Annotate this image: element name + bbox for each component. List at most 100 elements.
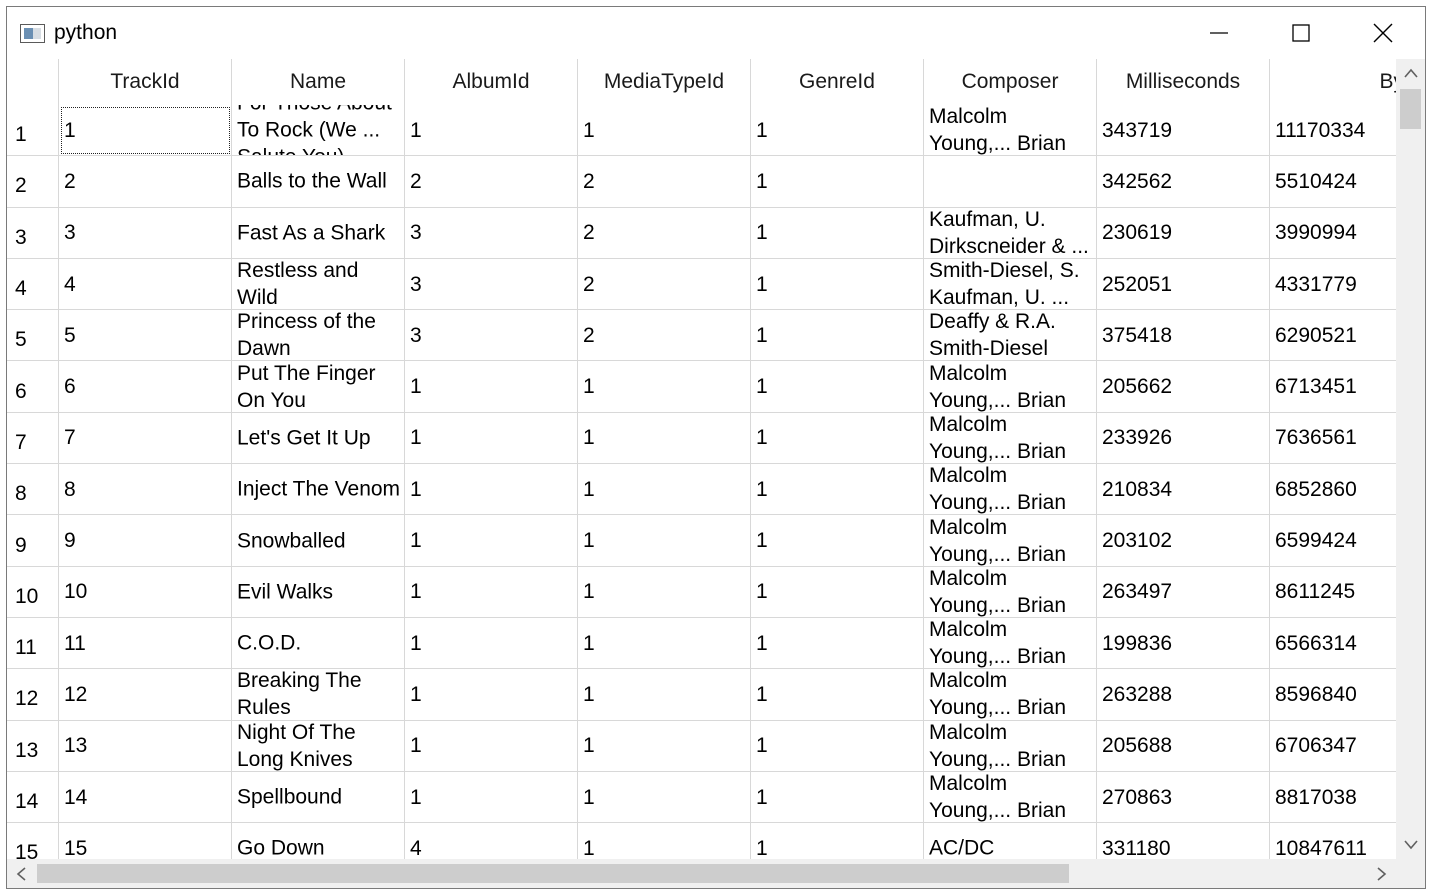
table-cell-composer[interactable]: Angus Young, Malcolm Young,... Brian Joh… <box>924 105 1097 157</box>
table-cell-composer[interactable]: Angus Young, Malcolm Young,... Brian Joh… <box>924 464 1097 516</box>
table-cell-composer[interactable]: Angus Young, Malcolm Young,... Brian Joh… <box>924 515 1097 567</box>
table-cell-albumid[interactable]: 1 <box>405 669 578 721</box>
table-cell-composer[interactable]: F. Baltes, R.A. Smith-Diesel, S. Kaufman… <box>924 258 1097 311</box>
table-cell-bytes[interactable]: 11170334 <box>1270 105 1396 157</box>
table-cell-genreid[interactable]: 1 <box>751 412 924 465</box>
table-cell-bytes[interactable]: 4331779 <box>1270 259 1396 311</box>
table-row[interactable]: 3 3 Fast As a Shark 3 2 1 Kaufman, U. Dirkscne… <box>7 207 1396 259</box>
table-cell-name[interactable]: Let's Get It Up <box>232 412 405 465</box>
table-row[interactable]: 1414 Spellbound 1 1 1 Angus Young, Malcolm Yo… <box>7 771 1396 824</box>
table-cell-albumid[interactable]: 4 <box>405 823 578 859</box>
table-row[interactable]: 11For Those About To Rock (We ... Salute… <box>7 105 1396 157</box>
table-cell-mediatypeid[interactable]: 1 <box>578 515 751 567</box>
table-cell-albumid[interactable]: 1 <box>405 105 578 157</box>
table-cell-bytes[interactable]: 8596840 <box>1270 669 1396 721</box>
table-cell-trackid[interactable]: 15 <box>59 823 232 859</box>
column-header-name[interactable]: Name <box>232 59 405 105</box>
scroll-right-button[interactable] <box>1368 859 1396 888</box>
table-cell-milliseconds[interactable]: 205688 <box>1097 720 1270 772</box>
table-cell-mediatypeid[interactable]: 1 <box>578 720 751 772</box>
table-cell-composer[interactable]: Angus Young, Malcolm Young,... Brian Joh… <box>924 720 1097 772</box>
table-cell-genreid[interactable]: 1 <box>751 156 924 208</box>
table-cell-genreid[interactable]: 1 <box>751 207 924 259</box>
table-cell-albumid[interactable]: 1 <box>405 515 578 567</box>
table-cell-composer[interactable]: Angus Young, Malcolm Young,... Brian Joh… <box>924 361 1097 413</box>
row-header[interactable]: 1 <box>7 105 59 157</box>
table-cell-genreid[interactable]: 1 <box>751 771 924 824</box>
table-cell-trackid[interactable]: 11 <box>59 617 232 670</box>
table-cell-composer[interactable]: Angus Young, Malcolm Young,... Brian Joh… <box>924 617 1097 670</box>
table-cell-albumid[interactable]: 3 <box>405 207 578 259</box>
table-cell-name[interactable]: Night Of The Long Knives <box>232 720 405 772</box>
vertical-scrollbar[interactable] <box>1396 59 1425 859</box>
table-cell-name[interactable]: Breaking The Rules <box>232 669 405 721</box>
row-header[interactable]: 14 <box>7 771 59 824</box>
table-cell-albumid[interactable]: 2 <box>405 156 578 208</box>
table-row[interactable]: 88 Inject The Venom 1 1 1 Angus Young, Malcol… <box>7 464 1396 516</box>
scroll-left-button[interactable] <box>7 859 35 888</box>
table-cell-bytes[interactable]: 6852860 <box>1270 464 1396 516</box>
table-row[interactable]: 1111C.O.D.111Angus Young, Malcolm Young,… <box>7 617 1396 670</box>
table-cell-mediatypeid[interactable]: 1 <box>578 566 751 618</box>
table-cell-composer[interactable]: Angus Young, Malcolm Young,... Brian Joh… <box>924 669 1097 721</box>
table-cell-mediatypeid[interactable]: 2 <box>578 156 751 208</box>
column-header-bytes[interactable]: Bytes <box>1270 59 1396 105</box>
table-cell-trackid[interactable]: 1 <box>59 105 232 157</box>
table-cell-albumid[interactable]: 1 <box>405 617 578 670</box>
table-cell-trackid[interactable]: 9 <box>59 515 232 567</box>
table-cell-genreid[interactable]: 1 <box>751 669 924 721</box>
horizontal-scroll-thumb[interactable] <box>37 864 1069 883</box>
table-cell-bytes[interactable]: 6599424 <box>1270 515 1396 567</box>
table-cell-name[interactable]: Princess of the Dawn <box>232 310 405 362</box>
horizontal-scrollbar[interactable] <box>7 859 1396 888</box>
table-cell-bytes[interactable]: 10847611 <box>1270 823 1396 859</box>
table-cell-genreid[interactable]: 1 <box>751 566 924 618</box>
table-cell-name[interactable]: C.O.D. <box>232 617 405 670</box>
table-cell-albumid[interactable]: 1 <box>405 771 578 824</box>
table-row[interactable]: 1212 Breaking The Rules 1 1 1 Angus Young, Ma… <box>7 669 1396 721</box>
close-button[interactable] <box>1343 7 1423 59</box>
table-cell-genreid[interactable]: 1 <box>751 515 924 567</box>
table-cell-bytes[interactable]: 3990994 <box>1270 208 1396 259</box>
row-header[interactable]: 2 <box>7 156 59 208</box>
table-cell-mediatypeid[interactable]: 2 <box>578 207 751 259</box>
table-cell-milliseconds[interactable]: 331180 <box>1097 823 1270 859</box>
table-cell-genreid[interactable]: 1 <box>751 823 924 859</box>
table-cell-composer[interactable]: Angus Young, Malcolm Young,... Brian Joh… <box>924 771 1097 824</box>
table-cell-trackid[interactable]: 5 <box>59 310 232 362</box>
table-cell-bytes[interactable]: 5510424 <box>1270 156 1396 208</box>
row-header[interactable]: 4 <box>7 258 59 311</box>
table-cell-albumid[interactable]: 1 <box>405 361 578 413</box>
column-header-composer[interactable]: Composer <box>924 59 1097 105</box>
table-cell-bytes[interactable]: 6566314 <box>1270 618 1396 670</box>
table-cell-albumid[interactable]: 3 <box>405 310 578 362</box>
table-cell-albumid[interactable]: 3 <box>405 258 578 311</box>
table-cell-mediatypeid[interactable]: 1 <box>578 823 751 859</box>
row-header[interactable]: 6 <box>7 361 59 413</box>
column-header-milliseconds[interactable]: Milliseconds <box>1097 59 1270 105</box>
table-cell-trackid[interactable]: 7 <box>59 412 232 465</box>
table-cell-milliseconds[interactable]: 375418 <box>1097 310 1270 362</box>
row-header[interactable]: 8 <box>7 464 59 516</box>
table-cell-name[interactable]: Go Down <box>232 823 405 859</box>
table-cell-genreid[interactable]: 1 <box>751 464 924 516</box>
table-cell-name[interactable]: Balls to the Wall <box>232 156 405 208</box>
table-row[interactable]: 99 Snowballed 1 1 1 Angus Young, Malcolm Youn… <box>7 515 1396 567</box>
title-bar[interactable]: python <box>7 7 1425 59</box>
table-cell-trackid[interactable]: 6 <box>59 361 232 413</box>
column-header-mediatypeid[interactable]: MediaTypeId <box>578 59 751 105</box>
column-header-albumid[interactable]: AlbumId <box>405 59 578 105</box>
table-cell-albumid[interactable]: 1 <box>405 720 578 772</box>
table-cell-milliseconds[interactable]: 342562 <box>1097 156 1270 208</box>
table-cell-trackid[interactable]: 14 <box>59 771 232 824</box>
table-cell-bytes[interactable]: 6290521 <box>1270 310 1396 362</box>
table-cell-name[interactable]: Snowballed <box>232 515 405 567</box>
table-cell-bytes[interactable]: 7636561 <box>1270 413 1396 465</box>
column-header-trackid[interactable]: TrackId <box>59 59 232 105</box>
scroll-up-button[interactable] <box>1396 59 1425 87</box>
table-cell-mediatypeid[interactable]: 1 <box>578 412 751 465</box>
table-row[interactable]: 2 2 Balls to the Wall 2 2 1 342562 5510424 <box>7 156 1396 208</box>
table-cell-composer[interactable] <box>924 156 1097 208</box>
table-cell-milliseconds[interactable]: 263288 <box>1097 669 1270 721</box>
table-cell-albumid[interactable]: 1 <box>405 566 578 618</box>
